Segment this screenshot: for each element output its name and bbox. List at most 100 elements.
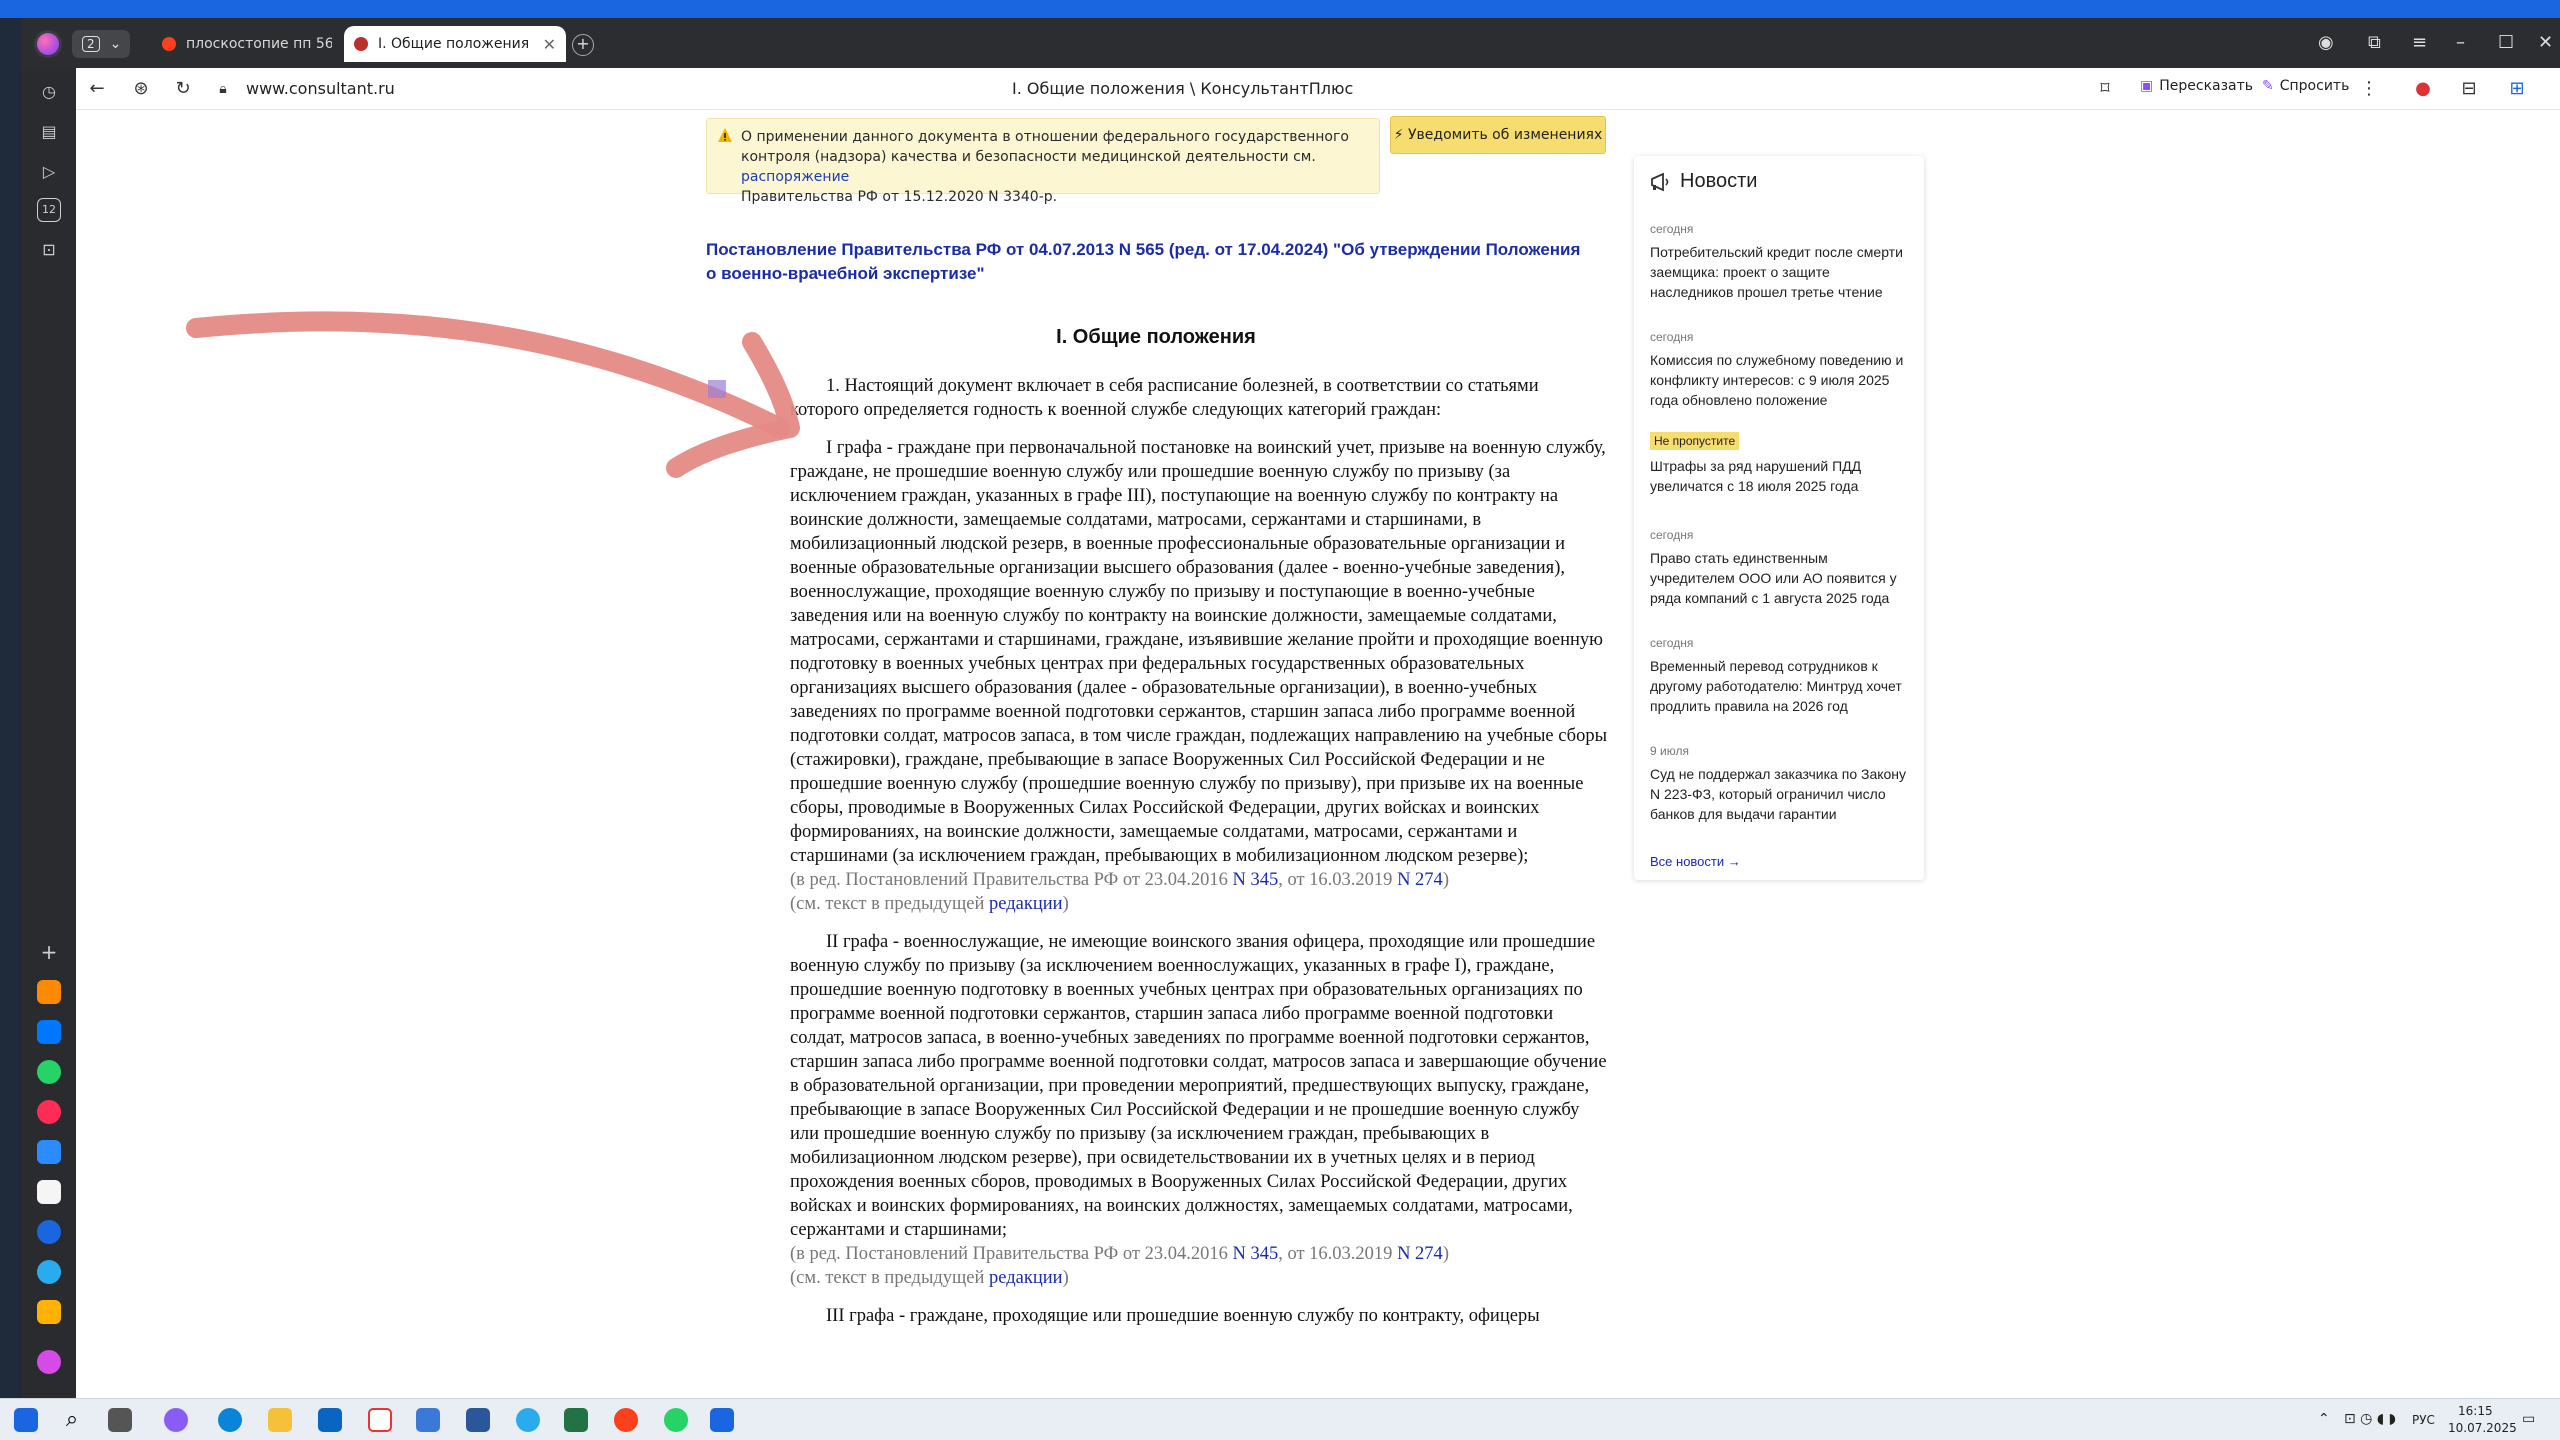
alice-side-icon[interactable] [37,1350,61,1374]
edge-icon[interactable] [218,1408,242,1432]
close-tab-icon[interactable]: ✕ [543,35,556,54]
profile-icon[interactable]: ◉ [2318,32,2334,53]
consultant-favicon-icon [354,37,368,51]
protect-icon[interactable]: ⊛ [130,78,152,100]
news-item[interactable]: сегодня Временный перевод сотрудников к … [1650,636,1912,716]
yandex-browser-icon[interactable] [368,1408,392,1432]
telegram-icon[interactable] [37,1260,61,1284]
menu-icon[interactable]: ≡ [2412,32,2427,53]
dont-miss-badge: Не пропустите [1650,432,1740,450]
tab-consultant[interactable]: I. Общие положения \ К ✕ [344,26,566,62]
calendar-icon[interactable]: 12 [37,198,61,222]
maps-app-icon[interactable] [37,1140,61,1164]
page-content: О применении данного документа в отношен… [76,110,2560,1398]
tray-icons[interactable]: ⊡ ◷ ◖ ◗ [2344,1411,2396,1427]
notice-link[interactable]: распоряжение [741,169,849,185]
apps-grid-icon[interactable] [37,1180,61,1204]
outlook-icon[interactable] [318,1408,342,1432]
mail-at-icon[interactable] [37,1220,61,1244]
edition-note: (в ред. Постановлений Правительства РФ о… [790,870,1449,890]
telegram-taskbar-icon[interactable] [516,1408,540,1432]
vk-icon[interactable] [37,1020,61,1044]
mail-taskbar-icon[interactable] [710,1408,734,1432]
windows-taskbar: ⌕ ⌃ ⊡ ◷ ◖ ◗ РУС 16:15 10.07.2025 ▭ [0,1398,2560,1440]
video-icon[interactable]: ▷ [37,160,61,184]
reload-icon[interactable]: ↻ [172,78,194,100]
app-blue-icon[interactable] [416,1408,440,1432]
collections-icon[interactable]: ⧉ [2368,32,2381,53]
tab-count-button[interactable]: 2 ⌄ [72,30,130,58]
whatsapp-taskbar-icon[interactable] [664,1408,688,1432]
news-item[interactable]: сегодня Потребительский кредит после сме… [1650,222,1912,302]
ask-button[interactable]: ✎ Спросить [2262,78,2349,94]
paragraph-2: I графа - граждане при первоначальной по… [790,438,1608,866]
word-icon[interactable] [466,1408,490,1432]
start-icon[interactable] [14,1408,38,1432]
alice-icon [37,33,59,55]
paragraph-4: III графа - граждане, проходящие или про… [826,1306,1540,1326]
tab-title: плоскостопие пп 565 — Я [186,36,332,52]
mail-app-icon[interactable] [37,1100,61,1124]
excel-icon[interactable] [564,1408,588,1432]
file-explorer-icon[interactable] [268,1408,292,1432]
url-field[interactable]: www.consultant.ru [246,79,395,98]
add-app-icon[interactable]: + [37,940,61,964]
more-options-icon[interactable]: ⋮ [2360,78,2378,99]
yandex-favicon-icon [162,37,176,51]
news-item[interactable]: сегодня Комиссия по служебному поведению… [1650,330,1912,410]
input-language[interactable]: РУС [2412,1413,2435,1427]
notes-icon[interactable]: ▤ [37,120,61,144]
whatsapp-icon[interactable] [37,1060,61,1084]
retell-button[interactable]: ▣ Пересказать [2140,78,2253,94]
yandex-taskbar-icon[interactable] [614,1408,638,1432]
warning-icon [718,128,732,142]
new-tab-button[interactable]: + [572,34,594,56]
close-window-button[interactable]: ✕ [2538,32,2553,53]
news-heading: Новости [1650,170,1757,193]
retell-icon: ▣ [2140,78,2154,94]
document-body: 1. Настоящий документ включает в себя ра… [790,374,1610,1328]
tab-search[interactable]: плоскостопие пп 565 — Я [152,26,342,62]
lock-icon[interactable]: 🔒︎ [212,78,234,100]
alice-button[interactable] [34,30,62,58]
edition-link-274[interactable]: N 274 [1397,870,1443,890]
notify-changes-button[interactable]: ⚡ Уведомить об изменениях [1390,116,1606,154]
previous-edition-note-2: (см. текст в предыдущей редакции) [790,1268,1069,1288]
browser-sidebar: ◷ ▤ ▷ 12 ⊡ + [22,68,76,1398]
edition-link-345[interactable]: N 345 [1232,870,1278,890]
tab-title: I. Общие положения \ К [378,36,533,52]
search-icon[interactable]: ⌕ [60,1408,84,1432]
minimize-button[interactable]: – [2456,32,2465,53]
alice-taskbar-icon[interactable] [164,1408,188,1432]
reader-icon[interactable]: ⊟ [2458,78,2480,100]
paragraph-3: II графа - военнослужащие, не имеющие во… [790,932,1607,1240]
edition-link-345[interactable]: N 345 [1232,1244,1278,1264]
back-icon[interactable]: ← [86,78,108,100]
megaphone-icon [1651,172,1669,191]
edition-link-274[interactable]: N 274 [1397,1244,1443,1264]
previous-edition-link[interactable]: редакции [989,894,1063,914]
maximize-button[interactable]: ☐ [2498,32,2514,53]
news-item[interactable]: сегодня Право стать единственным учредит… [1650,528,1912,608]
previous-edition-note: (см. текст в предыдущей редакции) [790,894,1069,914]
clock-date[interactable]: 10.07.2025 [2448,1421,2517,1435]
translate-icon[interactable]: ⊞ [2506,78,2528,100]
previous-edition-link[interactable]: редакции [989,1268,1063,1288]
history-icon[interactable]: ◷ [37,80,61,104]
notifications-icon[interactable]: ▭ [2522,1411,2535,1427]
app-yandex-icon[interactable] [37,980,61,1004]
tray-chevron-icon[interactable]: ⌃ [2318,1411,2330,1427]
paragraph-1: 1. Настоящий документ включает в себя ра… [790,376,1539,420]
extension-icon[interactable]: ● [2412,78,2434,100]
notice-box: О применении данного документа в отношен… [706,118,1380,205]
document-title-link[interactable]: Постановление Правительства РФ от 04.07.… [706,238,1586,286]
mail-envelope-icon[interactable] [37,1300,61,1324]
bookmark-icon[interactable]: ⌑ [2094,78,2116,100]
all-news-link[interactable]: Все новости → [1650,854,1741,869]
news-item[interactable]: 9 июля Суд не поддержал заказчика по Зак… [1650,744,1912,824]
edition-note-2: (в ред. Постановлений Правительства РФ о… [790,1244,1449,1264]
task-view-icon[interactable] [108,1408,132,1432]
screenshot-icon[interactable]: ⊡ [37,238,61,262]
news-item[interactable]: Не пропустите Штрафы за ряд нарушений ПД… [1650,432,1912,496]
clock-time[interactable]: 16:15 [2458,1404,2493,1418]
